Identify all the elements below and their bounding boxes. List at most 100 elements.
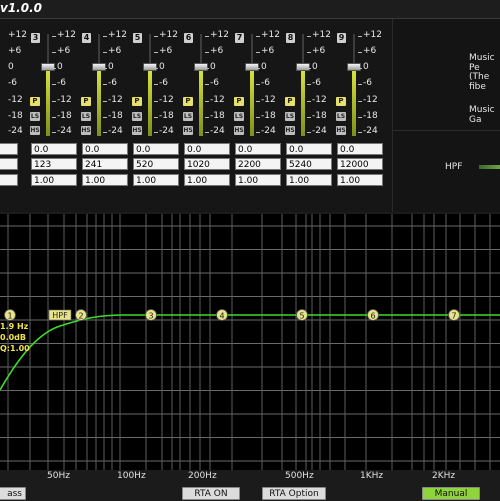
- scale-tick: [307, 52, 311, 53]
- low-shelf-button[interactable]: LS: [132, 112, 142, 121]
- high-shelf-button[interactable]: HS: [183, 126, 193, 135]
- gain-slider-knob[interactable]: [92, 63, 106, 71]
- gain-input[interactable]: 0.0: [184, 143, 230, 155]
- low-shelf-button[interactable]: LS: [336, 112, 346, 121]
- band-marker-label: 2: [78, 312, 83, 321]
- scale-label: +6: [312, 46, 326, 56]
- gain-slider-knob[interactable]: [194, 63, 208, 71]
- gain-slider-knob[interactable]: [245, 63, 259, 71]
- rta-option-button[interactable]: RTA Option: [262, 487, 326, 500]
- low-shelf-button[interactable]: LS: [30, 112, 40, 121]
- scale-label: +12: [108, 30, 127, 40]
- gain-input[interactable]: 0.0: [286, 143, 332, 155]
- scale-label: -6: [363, 78, 372, 88]
- scale-label: -18: [108, 111, 123, 121]
- scale-label: -24: [312, 126, 327, 136]
- peak-filter-button[interactable]: P: [234, 97, 244, 106]
- low-shelf-button[interactable]: LS: [81, 112, 91, 121]
- freq-input[interactable]: 12000: [337, 158, 383, 170]
- scale-tick: [52, 52, 56, 53]
- freq-input[interactable]: 520: [133, 158, 179, 170]
- freq-input[interactable]: 5240: [286, 158, 332, 170]
- high-shelf-button[interactable]: HS: [336, 126, 346, 135]
- scale-label: 0: [363, 62, 369, 72]
- low-shelf-button[interactable]: LS: [183, 112, 193, 121]
- gain-input[interactable]: 0.0: [133, 143, 179, 155]
- q-input[interactable]: 1.00: [184, 174, 230, 186]
- gain-input[interactable]: 0.0: [31, 143, 77, 155]
- divider: [393, 130, 500, 131]
- gain-slider-knob[interactable]: [41, 63, 55, 71]
- title-bar: v1.0.0: [0, 0, 500, 19]
- scale-label: 0: [8, 62, 14, 72]
- scale-label: -24: [159, 126, 174, 136]
- scale-tick: [358, 52, 362, 53]
- q-input[interactable]: 1.00: [286, 174, 332, 186]
- q-input[interactable]: 1.00: [82, 174, 128, 186]
- partial-gain-input[interactable]: [0, 143, 18, 155]
- bypass-button[interactable]: ass: [0, 487, 26, 500]
- q-input[interactable]: 1.00: [235, 174, 281, 186]
- high-shelf-button[interactable]: HS: [132, 126, 142, 135]
- scale-label: +12: [210, 30, 229, 40]
- scale-tick: [103, 132, 107, 133]
- high-shelf-button[interactable]: HS: [285, 126, 295, 135]
- gain-input[interactable]: 0.0: [235, 143, 281, 155]
- scale-tick: [205, 52, 209, 53]
- scale-tick: [358, 117, 362, 118]
- eq-response-graph[interactable]: 1 2 3 4 5 6 7 HPF 1.9 Hz 0.0dB Q:1.00: [0, 214, 500, 470]
- peak-filter-button[interactable]: P: [30, 97, 40, 106]
- freq-input[interactable]: 241: [82, 158, 128, 170]
- scale-label: -6: [261, 78, 270, 88]
- q-input[interactable]: 1.00: [337, 174, 383, 186]
- gain-slider-knob[interactable]: [296, 63, 310, 71]
- slider-level-fill: [46, 70, 50, 136]
- peak-filter-button[interactable]: P: [81, 97, 91, 106]
- scale-tick: [307, 117, 311, 118]
- hpf-tag-label: HPF: [52, 311, 68, 320]
- scale-tick: [52, 36, 56, 37]
- gain-input[interactable]: 0.0: [82, 143, 128, 155]
- q-input[interactable]: 1.00: [31, 174, 77, 186]
- gain-slider-knob[interactable]: [143, 63, 157, 71]
- scale-label: +6: [57, 46, 71, 56]
- peak-filter-button[interactable]: P: [285, 97, 295, 106]
- rta-on-button[interactable]: RTA ON: [182, 487, 240, 500]
- freq-input[interactable]: 2200: [235, 158, 281, 170]
- scale-tick: [256, 132, 260, 133]
- freq-input[interactable]: 123: [31, 158, 77, 170]
- q-input[interactable]: 1.00: [133, 174, 179, 186]
- scale-label: -6: [210, 78, 219, 88]
- high-shelf-button[interactable]: HS: [30, 126, 40, 135]
- partial-freq-input[interactable]: [0, 158, 18, 170]
- low-shelf-button[interactable]: LS: [234, 112, 244, 121]
- freq-input[interactable]: 1020: [184, 158, 230, 170]
- peak-filter-button[interactable]: P: [336, 97, 346, 106]
- scale-tick: [307, 68, 311, 69]
- manual-button[interactable]: Manual: [422, 487, 480, 500]
- peak-filter-button[interactable]: P: [132, 97, 142, 106]
- gain-slider-knob[interactable]: [347, 63, 361, 71]
- low-shelf-button[interactable]: LS: [285, 112, 295, 121]
- scale-label: -24: [363, 126, 378, 136]
- scale-label: -18: [159, 111, 174, 121]
- gain-input[interactable]: 0.0: [337, 143, 383, 155]
- scale-label: 0: [312, 62, 318, 72]
- partial-q-input[interactable]: [0, 174, 18, 186]
- high-shelf-button[interactable]: HS: [234, 126, 244, 135]
- scale-tick: [205, 84, 209, 85]
- peak-filter-button[interactable]: P: [183, 97, 193, 106]
- hpf-slider[interactable]: [479, 165, 500, 169]
- scale-label: +12: [8, 30, 27, 40]
- music-preset-note: (The fibe: [469, 72, 490, 92]
- scale-tick: [307, 36, 311, 37]
- scale-label: -6: [159, 78, 168, 88]
- scale-tick: [154, 52, 158, 53]
- high-shelf-button[interactable]: HS: [81, 126, 91, 135]
- scale-label: -18: [57, 111, 72, 121]
- scale-label: -12: [108, 95, 123, 105]
- scale-label: -18: [8, 111, 23, 121]
- scale-label: -24: [210, 126, 225, 136]
- scale-tick: [358, 132, 362, 133]
- freq-label: 50Hz: [47, 471, 70, 481]
